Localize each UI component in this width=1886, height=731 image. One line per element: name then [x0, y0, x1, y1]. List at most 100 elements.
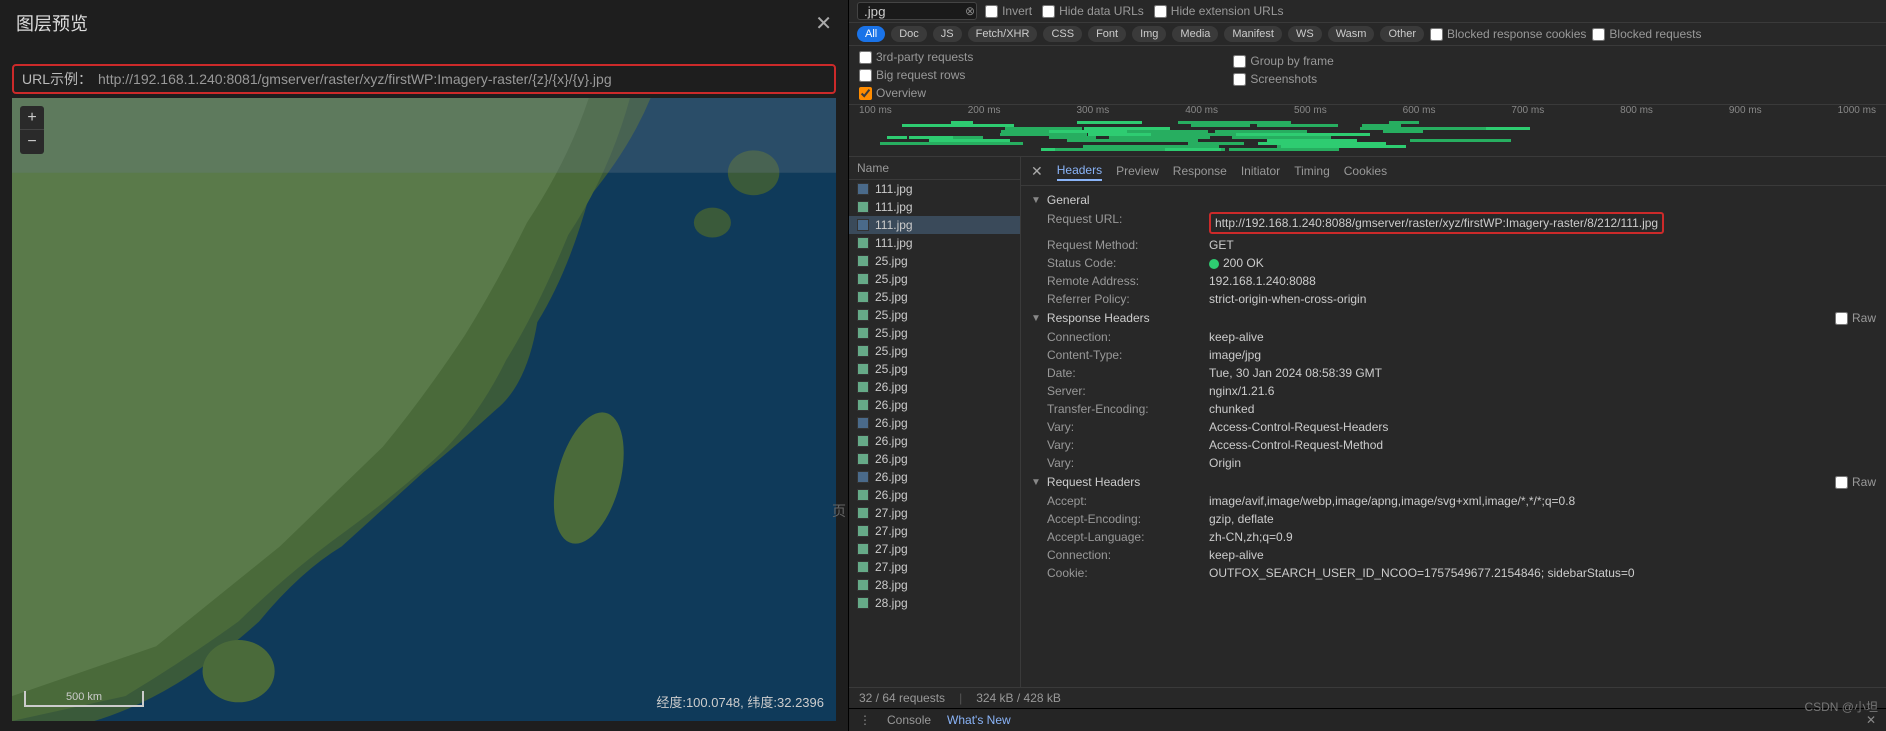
request-row[interactable]: 26.jpg: [849, 432, 1020, 450]
request-row[interactable]: 26.jpg: [849, 378, 1020, 396]
detail-tab-headers[interactable]: Headers: [1057, 161, 1102, 181]
request-name: 28.jpg: [875, 578, 908, 592]
drawer-menu-icon[interactable]: ⋮: [859, 713, 871, 727]
url-label: URL示例：: [22, 69, 92, 89]
type-filter-css[interactable]: CSS: [1043, 26, 1082, 42]
request-row[interactable]: 28.jpg: [849, 594, 1020, 612]
type-filter-other[interactable]: Other: [1380, 26, 1424, 42]
request-row[interactable]: 26.jpg: [849, 414, 1020, 432]
close-detail-icon[interactable]: ✕: [1031, 163, 1043, 180]
request-row[interactable]: 28.jpg: [849, 576, 1020, 594]
type-filter-manifest[interactable]: Manifest: [1224, 26, 1282, 42]
type-filter-fetch-xhr[interactable]: Fetch/XHR: [968, 26, 1038, 42]
request-name: 111.jpg: [875, 182, 913, 196]
blocked-requests-checkbox[interactable]: Blocked requests: [1592, 27, 1701, 41]
request-name: 111.jpg: [875, 236, 913, 250]
drawer-close-icon[interactable]: ✕: [1866, 713, 1876, 727]
request-row[interactable]: 26.jpg: [849, 450, 1020, 468]
request-row[interactable]: 27.jpg: [849, 522, 1020, 540]
header-value: keep-alive: [1209, 548, 1876, 562]
request-type-filters: All Doc JS Fetch/XHR CSS Font Img Media Manifest…: [849, 23, 1886, 46]
close-icon[interactable]: ✕: [815, 11, 832, 36]
image-icon: [857, 381, 869, 393]
image-icon: [857, 543, 869, 555]
map-viewport[interactable]: + − 500 km 经度:100.0748, 纬度:32.2396: [12, 98, 836, 721]
zoom-in-button[interactable]: +: [20, 106, 44, 130]
image-icon: [857, 183, 869, 195]
request-row[interactable]: 111.jpg: [849, 234, 1020, 252]
image-icon: [857, 435, 869, 447]
network-timeline[interactable]: 100 ms200 ms300 ms400 ms500 ms600 ms700 …: [849, 105, 1886, 157]
request-row[interactable]: 25.jpg: [849, 306, 1020, 324]
header-key: Status Code:: [1047, 256, 1197, 270]
invert-checkbox[interactable]: Invert: [985, 4, 1032, 18]
request-row[interactable]: 27.jpg: [849, 504, 1020, 522]
request-list: Name 111.jpg111.jpg111.jpg111.jpg25.jpg2…: [849, 157, 1021, 687]
request-row[interactable]: 27.jpg: [849, 558, 1020, 576]
type-filter-doc[interactable]: Doc: [891, 26, 927, 42]
panel-title: 图层预览: [16, 10, 88, 36]
tab-console[interactable]: Console: [887, 713, 931, 727]
request-row[interactable]: 25.jpg: [849, 342, 1020, 360]
request-name: 26.jpg: [875, 416, 908, 430]
filter-input[interactable]: [857, 2, 977, 20]
clear-filter-icon[interactable]: ⊗: [965, 4, 975, 18]
image-icon: [857, 417, 869, 429]
section-header[interactable]: ▼Request HeadersRaw: [1021, 472, 1886, 492]
raw-checkbox[interactable]: Raw: [1835, 475, 1876, 489]
tab-whats-new[interactable]: What's New: [947, 713, 1011, 727]
type-filter-ws[interactable]: WS: [1288, 26, 1322, 42]
type-filter-all[interactable]: All: [857, 26, 885, 42]
raw-checkbox[interactable]: Raw: [1835, 311, 1876, 325]
header-value: Access-Control-Request-Method: [1209, 438, 1876, 452]
detail-tab-cookies[interactable]: Cookies: [1344, 162, 1387, 180]
third-party-checkbox[interactable]: 3rd-party requests: [859, 50, 973, 64]
satellite-map: [12, 98, 836, 721]
coordinates-readout: 经度:100.0748, 纬度:32.2396: [656, 692, 824, 711]
header-key: Vary:: [1047, 456, 1197, 470]
blocked-cookies-checkbox[interactable]: Blocked response cookies: [1430, 27, 1586, 41]
request-row[interactable]: 25.jpg: [849, 270, 1020, 288]
request-row[interactable]: 25.jpg: [849, 252, 1020, 270]
request-name: 26.jpg: [875, 398, 908, 412]
header-value: Access-Control-Request-Headers: [1209, 420, 1876, 434]
image-icon: [857, 219, 869, 231]
request-row[interactable]: 111.jpg: [849, 198, 1020, 216]
request-row[interactable]: 26.jpg: [849, 468, 1020, 486]
type-filter-font[interactable]: Font: [1088, 26, 1126, 42]
name-column-header[interactable]: Name: [849, 157, 1020, 180]
type-filter-media[interactable]: Media: [1172, 26, 1218, 42]
image-icon: [857, 255, 869, 267]
overview-checkbox[interactable]: Overview: [859, 86, 973, 100]
request-row[interactable]: 25.jpg: [849, 288, 1020, 306]
type-filter-img[interactable]: Img: [1132, 26, 1166, 42]
type-filter-js[interactable]: JS: [933, 26, 962, 42]
header-row: Request URL:http://192.168.1.240:8088/gm…: [1021, 210, 1886, 236]
detail-tab-preview[interactable]: Preview: [1116, 162, 1159, 180]
header-row: Server:nginx/1.21.6: [1021, 382, 1886, 400]
section-header[interactable]: ▼Response HeadersRaw: [1021, 308, 1886, 328]
zoom-out-button[interactable]: −: [20, 130, 44, 154]
group-frame-checkbox[interactable]: Group by frame: [1233, 54, 1333, 68]
request-row[interactable]: 25.jpg: [849, 324, 1020, 342]
request-name: 27.jpg: [875, 560, 908, 574]
header-key: Vary:: [1047, 420, 1197, 434]
detail-tab-initiator[interactable]: Initiator: [1241, 162, 1280, 180]
request-row[interactable]: 26.jpg: [849, 396, 1020, 414]
request-row[interactable]: 27.jpg: [849, 540, 1020, 558]
request-row[interactable]: 26.jpg: [849, 486, 1020, 504]
big-rows-checkbox[interactable]: Big request rows: [859, 68, 973, 82]
hide-data-urls-checkbox[interactable]: Hide data URLs: [1042, 4, 1144, 18]
header-value: strict-origin-when-cross-origin: [1209, 292, 1876, 306]
request-name: 27.jpg: [875, 542, 908, 556]
request-row[interactable]: 111.jpg: [849, 216, 1020, 234]
detail-tab-response[interactable]: Response: [1173, 162, 1227, 180]
request-row[interactable]: 111.jpg: [849, 180, 1020, 198]
request-name: 26.jpg: [875, 380, 908, 394]
hide-ext-urls-checkbox[interactable]: Hide extension URLs: [1154, 4, 1284, 18]
section-header[interactable]: ▼General: [1021, 190, 1886, 210]
type-filter-wasm[interactable]: Wasm: [1328, 26, 1375, 42]
detail-tab-timing[interactable]: Timing: [1294, 162, 1330, 180]
request-row[interactable]: 25.jpg: [849, 360, 1020, 378]
screenshots-checkbox[interactable]: Screenshots: [1233, 72, 1333, 86]
